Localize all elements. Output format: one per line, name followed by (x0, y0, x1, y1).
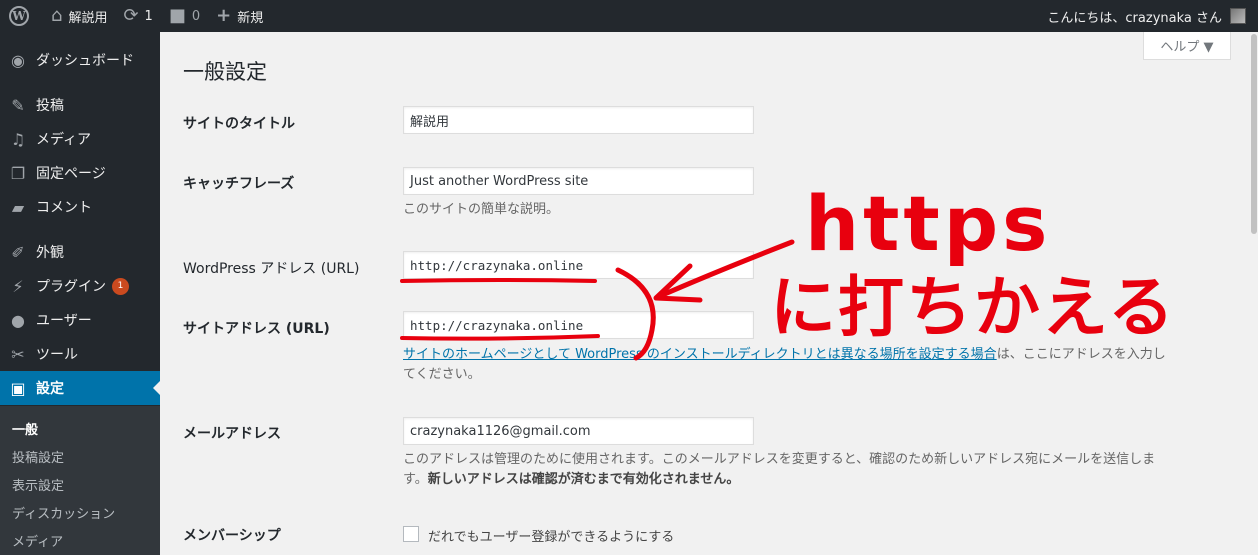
updates-count: 1 (144, 8, 153, 24)
site-address-desc-rest: は、ここにアドレスを入力し (996, 347, 1166, 362)
wrench-icon: ✂ (11, 344, 25, 364)
sidebar-item-label: 設定 (36, 381, 64, 397)
sidebar-item-posts[interactable]: ✎ 投稿 (0, 88, 160, 122)
plus-icon: + (216, 5, 232, 26)
plugin-update-badge: 1 (112, 277, 129, 295)
membership-label: メンバーシップ (183, 528, 281, 544)
sidebar-item-label: ダッシュボード (36, 53, 134, 69)
site-address-desc-rest2: てください。 (403, 367, 481, 382)
sidebar-item-plugins[interactable]: ⚡ プラグイン 1 (0, 269, 160, 303)
admin-sidebar: ◉ ダッシュボード ✎ 投稿 ♫ メディア ❐ 固定ページ ▰ コメント ✐ 外… (0, 32, 161, 555)
admin-bar: W ⌂ 解説用 ⟳ 1 ■ 0 + 新規 こんにちは、crazynaka さん (0, 0, 1258, 32)
membership-checkbox[interactable] (403, 526, 419, 542)
email-description: このアドレスは管理のために使用されます。このメールアドレスを変更すると、確認のた… (403, 450, 1233, 490)
comments-count: 0 (191, 8, 201, 24)
dashboard-icon: ◉ (11, 50, 25, 70)
sidebar-item-label: 固定ページ (36, 166, 106, 182)
updates-icon: ⟳ (123, 5, 139, 26)
home-icon: ⌂ (51, 5, 63, 26)
help-button[interactable]: ヘルプ ▼ (1143, 32, 1231, 60)
email-input[interactable]: crazynaka1126@gmail.com (403, 417, 754, 445)
pin-icon: ✎ (11, 95, 25, 115)
wp-logo-menu[interactable]: W (0, 0, 43, 32)
avatar (1230, 8, 1246, 24)
sidebar-item-label: 外観 (36, 245, 64, 261)
sidebar-item-pages[interactable]: ❐ 固定ページ (0, 156, 160, 190)
site-title-label: サイトのタイトル (183, 116, 295, 132)
sidebar-item-label: コメント (36, 200, 92, 216)
submenu-general[interactable]: 一般 (12, 419, 38, 438)
sidebar-item-dashboard[interactable]: ◉ ダッシュボード (0, 43, 160, 77)
sidebar-item-tools[interactable]: ✂ ツール (0, 337, 160, 371)
scrollbar[interactable] (1250, 32, 1258, 555)
site-name-label: 解説用 (68, 10, 108, 26)
email-label: メールアドレス (183, 426, 281, 442)
email-desc-warning: 新しいアドレスは確認が済むまで有効化されません。 (427, 472, 740, 487)
new-content-menu[interactable]: + 新規 (208, 0, 271, 32)
site-address-label: サイトアドレス (URL) (183, 321, 330, 337)
page-title: 一般設定 (183, 60, 267, 84)
new-label: 新規 (237, 10, 264, 26)
updates-menu[interactable]: ⟳ 1 (115, 0, 160, 32)
sidebar-item-media[interactable]: ♫ メディア (0, 122, 160, 156)
wp-address-label: WordPress アドレス (URL) (183, 261, 360, 277)
site-address-help-link[interactable]: サイトのホームページとして WordPress のインストールディレクトリとは異… (403, 347, 997, 362)
plugin-icon: ⚡ (12, 276, 24, 296)
settings-icon: ▣ (10, 378, 26, 398)
settings-submenu: 一般 投稿設定 表示設定 ディスカッション メディア (0, 406, 160, 555)
submenu-discussion[interactable]: ディスカッション (12, 503, 115, 522)
sidebar-item-comments[interactable]: ▰ コメント (0, 190, 160, 224)
appearance-icon: ✐ (11, 242, 25, 262)
tagline-label: キャッチフレーズ (183, 176, 295, 192)
sidebar-item-label: ツール (36, 347, 78, 363)
site-address-input[interactable]: http://crazynaka.online (403, 311, 754, 339)
sidebar-item-users[interactable]: ● ユーザー (0, 303, 160, 337)
user-icon: ● (11, 310, 25, 330)
scrollbar-thumb[interactable] (1251, 34, 1257, 234)
tagline-input[interactable]: Just another WordPress site (403, 167, 754, 195)
sidebar-item-label: 投稿 (36, 98, 64, 114)
wp-address-input[interactable]: http://crazynaka.online (403, 251, 754, 279)
comments-menu[interactable]: ■ 0 (161, 0, 208, 32)
sidebar-item-settings[interactable]: ▣ 設定 (0, 371, 161, 405)
submenu-media[interactable]: メディア (12, 531, 63, 550)
comment-bubble-icon: ■ (168, 5, 186, 26)
email-desc-line2a: す。 (403, 472, 428, 487)
submenu-writing[interactable]: 投稿設定 (12, 447, 64, 466)
sidebar-item-label: ユーザー (36, 313, 92, 329)
site-title-input[interactable]: 解説用 (403, 106, 754, 134)
media-icon: ♫ (10, 129, 26, 149)
submenu-reading[interactable]: 表示設定 (12, 475, 64, 494)
email-desc-line1: このアドレスは管理のために使用されます。このメールアドレスを変更すると、確認のた… (403, 452, 1156, 467)
comment-icon: ▰ (11, 197, 25, 217)
sidebar-item-label: メディア (36, 132, 92, 148)
sidebar-item-label: プラグイン (36, 279, 106, 295)
site-address-description: サイトのホームページとして WordPress のインストールディレクトリとは異… (403, 345, 1233, 385)
pages-icon: ❐ (10, 163, 26, 183)
tagline-description: このサイトの簡単な説明。 (403, 202, 560, 217)
membership-checkbox-label[interactable]: だれでもユーザー登録ができるようにする (428, 526, 674, 545)
greeting-text: こんにちは、crazynaka さん (1047, 10, 1222, 26)
main-content: ヘルプ ▼ 一般設定 サイトのタイトル 解説用 キャッチフレーズ Just an… (160, 32, 1258, 555)
site-name-menu[interactable]: ⌂ 解説用 (43, 0, 115, 32)
account-menu[interactable]: こんにちは、crazynaka さん (1047, 0, 1246, 32)
wordpress-logo-icon: W (9, 6, 29, 26)
sidebar-item-appearance[interactable]: ✐ 外観 (0, 235, 160, 269)
